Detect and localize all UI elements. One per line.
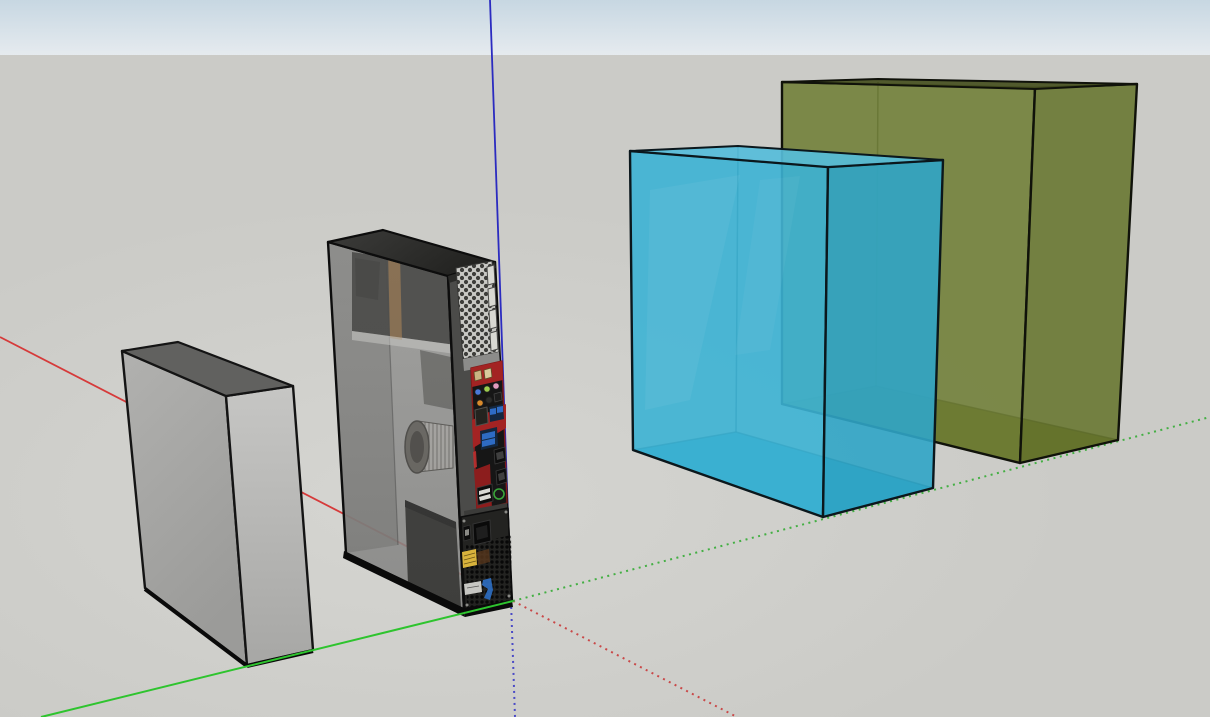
bracket-port-3[interactable] bbox=[489, 309, 497, 329]
io-spdif[interactable] bbox=[494, 392, 502, 402]
viewport[interactable] bbox=[0, 0, 1210, 717]
audio-jack-pink[interactable] bbox=[493, 383, 499, 389]
io-usb3-a1[interactable] bbox=[490, 408, 496, 415]
psu-screw-1[interactable] bbox=[463, 520, 466, 523]
pc-case[interactable] bbox=[328, 230, 513, 617]
cyan-right-face[interactable] bbox=[823, 160, 943, 517]
audio-jack-blue[interactable] bbox=[475, 389, 481, 395]
audio-jack-black[interactable] bbox=[486, 397, 492, 403]
psu-screw-4[interactable] bbox=[508, 595, 511, 598]
io-usb3-a2[interactable] bbox=[497, 406, 503, 413]
bracket-port-1[interactable] bbox=[487, 265, 495, 285]
psu-screw-3[interactable] bbox=[466, 604, 469, 607]
box-cyan[interactable] bbox=[630, 146, 943, 517]
bracket-port-2[interactable] bbox=[488, 287, 496, 307]
io-wifi-gold-1[interactable] bbox=[474, 370, 482, 381]
bracket-port-4[interactable] bbox=[490, 331, 498, 351]
io-ethernet[interactable] bbox=[475, 407, 488, 426]
audio-jack-lime[interactable] bbox=[484, 386, 490, 392]
psu-screw-2[interactable] bbox=[505, 511, 508, 514]
viewport-canvas[interactable] bbox=[0, 0, 1210, 717]
sky bbox=[0, 0, 1210, 56]
psu-switch-inner[interactable] bbox=[465, 529, 469, 536]
io-wifi-gold-2[interactable] bbox=[484, 368, 492, 379]
io-ps2-port[interactable] bbox=[494, 489, 504, 499]
audio-jack-orange[interactable] bbox=[477, 400, 483, 406]
olive-right-face[interactable] bbox=[1020, 84, 1137, 463]
